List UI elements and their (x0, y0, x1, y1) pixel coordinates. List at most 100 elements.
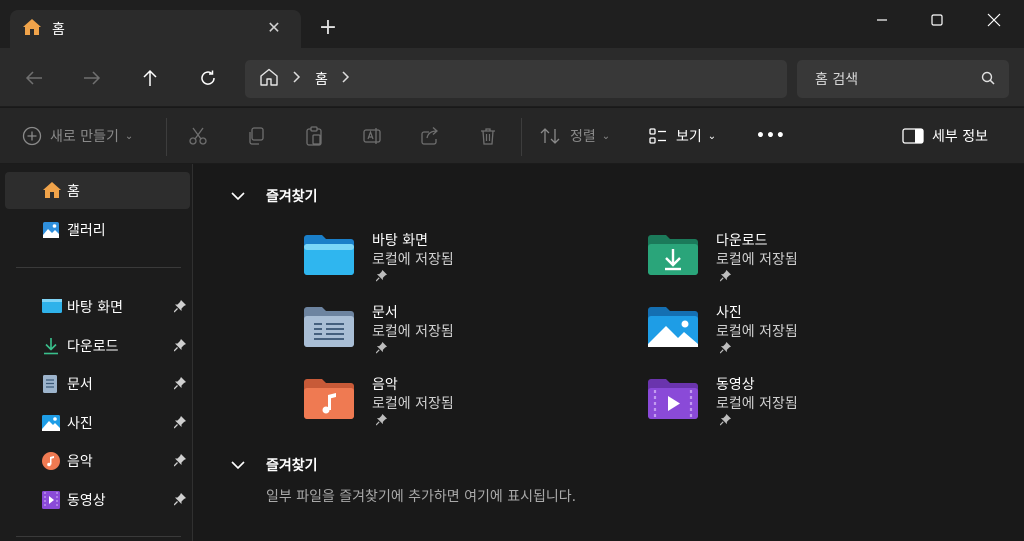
rename-button[interactable] (362, 120, 382, 152)
details-pane-icon (902, 128, 924, 144)
navigation-pane: 홈 갤러리 바탕 화면 다운로드 문서 사진 음악 동영상 (0, 164, 193, 541)
command-bar: 새로 만들기 ⌄ 정렬 ⌄ 보기 ⌄ ••• 세부 정보 (0, 108, 1024, 164)
pin-icon[interactable] (173, 416, 186, 433)
breadcrumb-home[interactable]: 홈 (315, 69, 328, 89)
desktop-folder-icon (302, 234, 356, 280)
folder-name: 다운로드 (716, 233, 768, 249)
trash-icon (481, 128, 495, 145)
sidebar-divider (16, 536, 181, 537)
folder-tile-pictures[interactable]: 사진 로컬에 저장됨 (646, 302, 946, 362)
search-placeholder: 홈 검색 (815, 72, 859, 88)
section-header-favorite-files[interactable]: 즐겨찾기 (230, 455, 318, 475)
arrow-up-icon (143, 69, 157, 86)
sort-label: 정렬 (570, 129, 596, 145)
address-bar[interactable]: 홈 (245, 60, 787, 98)
refresh-button[interactable] (192, 62, 224, 94)
music-icon (42, 452, 60, 474)
section-header-favorites[interactable]: 즐겨찾기 (230, 186, 318, 206)
sidebar-item-label: 사진 (67, 415, 93, 432)
sidebar-item-label: 음악 (67, 453, 93, 470)
sidebar-item-downloads[interactable]: 다운로드 (5, 327, 190, 364)
arrow-left-icon (25, 71, 42, 85)
folder-tile-downloads[interactable]: 다운로드 로컬에 저장됨 (646, 230, 946, 290)
home-icon (42, 181, 62, 203)
delete-button[interactable] (478, 120, 498, 152)
minimize-icon (877, 19, 887, 21)
new-tab-button[interactable]: + (316, 16, 340, 40)
sidebar-item-videos[interactable]: 동영상 (5, 481, 190, 518)
copy-button[interactable] (246, 120, 266, 152)
pin-icon[interactable] (173, 300, 186, 317)
documents-folder-icon (302, 306, 356, 352)
search-icon (981, 71, 995, 89)
sidebar-item-music[interactable]: 음악 (5, 442, 190, 479)
sidebar-item-desktop[interactable]: 바탕 화면 (5, 288, 190, 325)
cut-button[interactable] (188, 120, 208, 152)
maximize-button[interactable] (914, 6, 960, 34)
refresh-icon (201, 70, 215, 85)
sidebar-item-label: 문서 (67, 376, 93, 393)
pin-icon (375, 414, 387, 430)
videos-folder-icon (646, 378, 700, 424)
sidebar-item-label: 동영상 (67, 492, 106, 509)
folder-tile-documents[interactable]: 문서 로컬에 저장됨 (302, 302, 602, 362)
view-label: 보기 (676, 129, 702, 145)
view-button[interactable]: 보기 ⌄ (648, 120, 716, 152)
share-button[interactable] (420, 120, 440, 152)
sidebar-item-home[interactable]: 홈 (5, 172, 190, 209)
close-window-button[interactable] (971, 6, 1017, 34)
home-icon (22, 18, 42, 40)
navigation-bar: 홈 홈 검색 (0, 48, 1024, 107)
pictures-folder-icon (646, 306, 700, 352)
pin-icon (375, 342, 387, 358)
download-icon (42, 337, 60, 359)
folder-location: 로컬에 저장됨 (372, 324, 454, 340)
folder-tile-music[interactable]: 음악 로컬에 저장됨 (302, 374, 602, 434)
sort-icon (540, 128, 560, 144)
up-button[interactable] (134, 62, 166, 94)
clipboard-icon (306, 126, 322, 146)
folder-tile-desktop[interactable]: 바탕 화면 로컬에 저장됨 (302, 230, 602, 290)
videos-icon (42, 491, 60, 513)
new-button[interactable]: 새로 만들기 ⌄ (22, 120, 133, 152)
pin-icon[interactable] (173, 493, 186, 510)
sidebar-item-gallery[interactable]: 갤러리 (5, 211, 190, 248)
folder-tile-videos[interactable]: 동영상 로컬에 저장됨 (646, 374, 946, 434)
folder-name: 바탕 화면 (372, 233, 428, 249)
pin-icon (719, 414, 731, 430)
pin-icon[interactable] (173, 454, 186, 471)
chevron-right-icon[interactable] (342, 71, 350, 87)
sidebar-divider (16, 267, 181, 268)
documents-icon (42, 375, 58, 397)
pictures-icon (42, 414, 60, 436)
scissors-icon (189, 127, 207, 145)
section-title: 즐겨찾기 (266, 189, 318, 205)
close-tab-icon[interactable]: ✕ (265, 19, 283, 37)
content-pane: 즐겨찾기 바탕 화면 로컬에 저장됨 다운로드 로컬에 저장됨 문서 로컬에 저… (194, 164, 1024, 541)
folder-location: 로컬에 저장됨 (716, 396, 798, 412)
sidebar-item-label: 홈 (67, 183, 80, 200)
pin-icon[interactable] (173, 339, 186, 356)
sidebar-item-label: 바탕 화면 (67, 299, 123, 316)
minimize-button[interactable] (859, 6, 905, 34)
chevron-down-icon: ⌄ (601, 130, 611, 142)
pin-icon (719, 342, 731, 358)
chevron-right-icon (293, 71, 301, 87)
details-button[interactable]: 세부 정보 (902, 120, 988, 152)
sidebar-item-documents[interactable]: 문서 (5, 365, 190, 402)
forward-button[interactable] (76, 62, 108, 94)
sort-button[interactable]: 정렬 ⌄ (540, 120, 610, 152)
more-options-button[interactable]: ••• (756, 120, 786, 152)
back-button[interactable] (18, 62, 50, 94)
tab-home[interactable]: 홈 ✕ (10, 10, 301, 48)
home-outline-icon (259, 68, 279, 90)
toolbar-divider (521, 118, 522, 156)
download-folder-icon (646, 234, 700, 280)
sidebar-item-pictures[interactable]: 사진 (5, 404, 190, 441)
folder-name: 문서 (372, 305, 398, 321)
paste-button[interactable] (304, 120, 324, 152)
search-input[interactable]: 홈 검색 (797, 60, 1009, 98)
pin-icon[interactable] (173, 377, 186, 394)
music-folder-icon (302, 378, 356, 424)
sidebar-item-label: 갤러리 (67, 222, 106, 239)
